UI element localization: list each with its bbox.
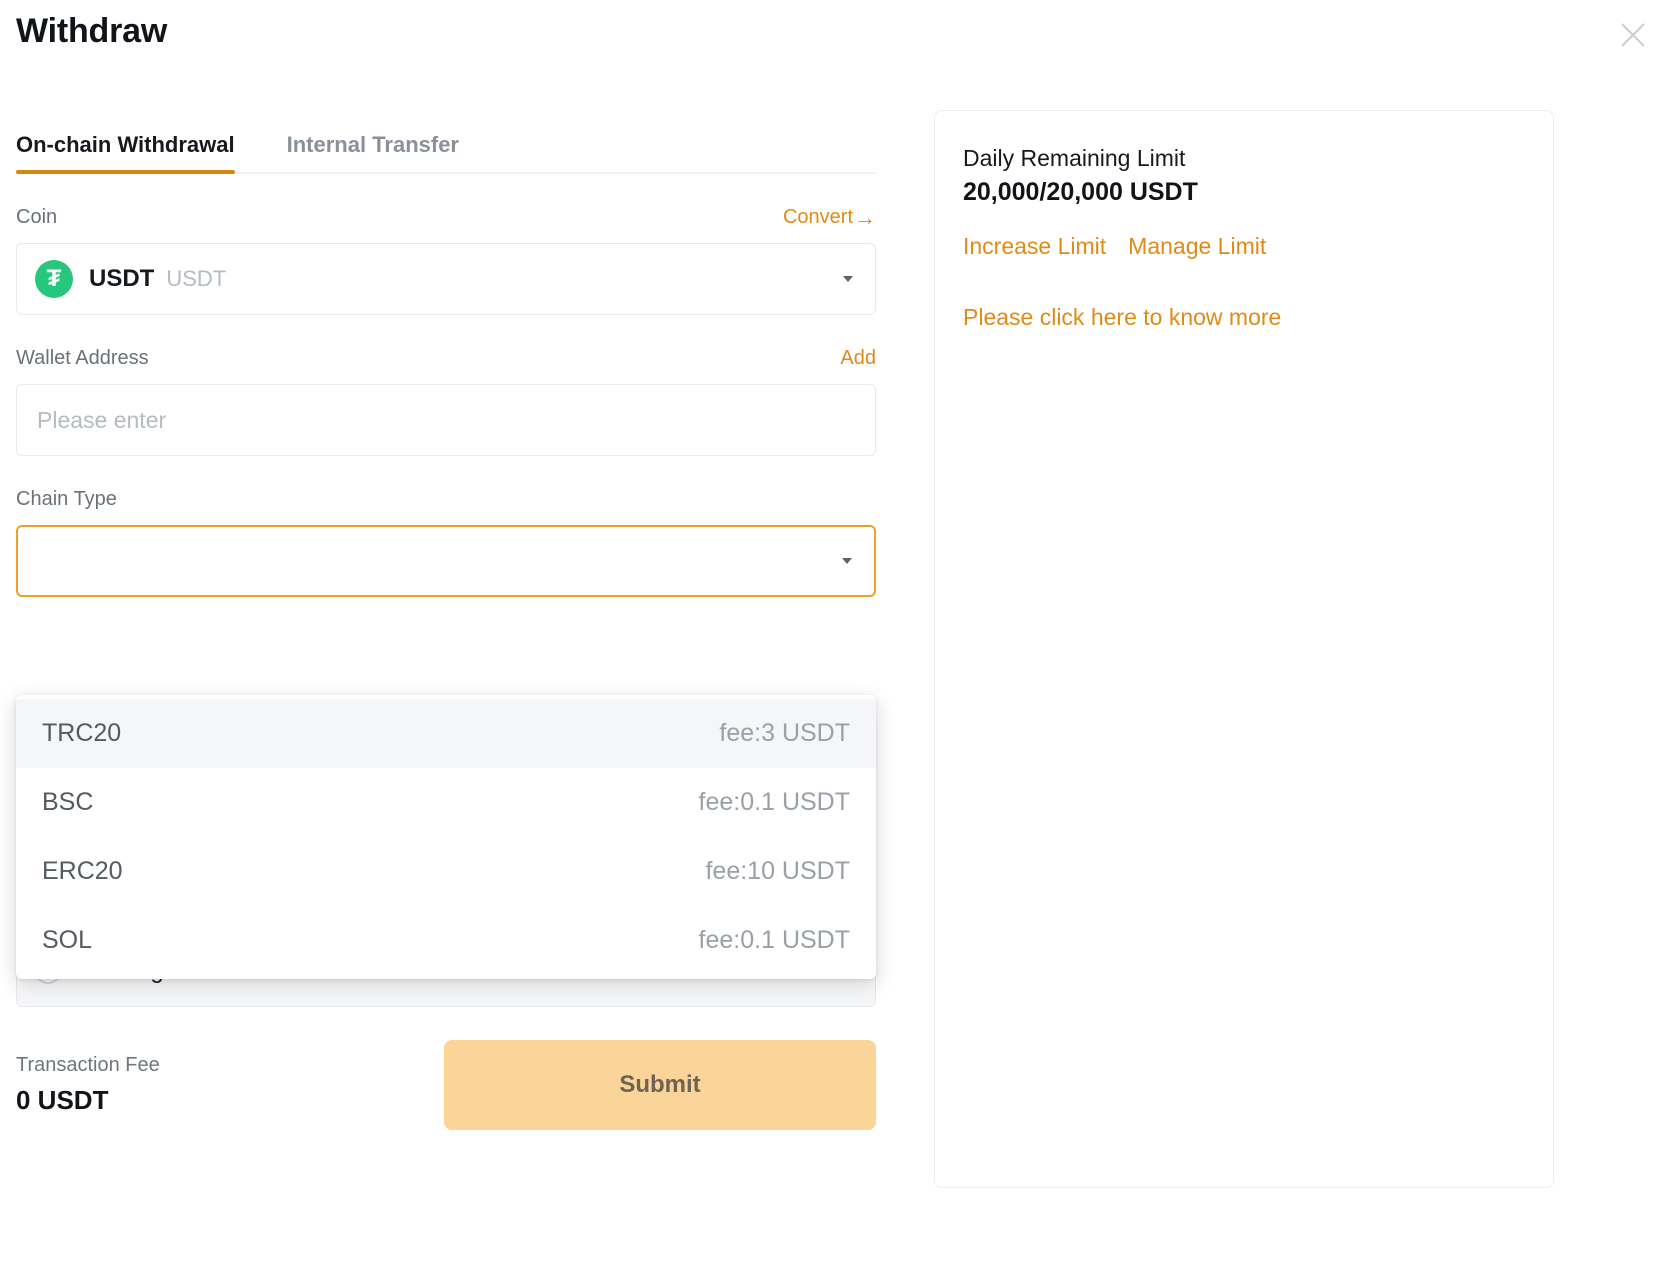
page-title: Withdraw: [16, 12, 167, 51]
chain-option-fee: fee:10 USDT: [705, 857, 850, 886]
chain-option-fee: fee:3 USDT: [719, 719, 850, 748]
chain-type-field-header: Chain Type: [16, 488, 876, 511]
coin-sub-symbol: USDT: [166, 266, 226, 292]
manage-limit-link[interactable]: Manage Limit: [1128, 233, 1266, 260]
chain-option-trc20[interactable]: TRC20 fee:3 USDT: [16, 699, 876, 768]
limit-links: Increase Limit Manage Limit: [963, 233, 1525, 260]
chain-option-name: SOL: [42, 926, 92, 955]
transaction-fee-value: 0 USDT: [16, 1085, 160, 1116]
chain-option-bsc[interactable]: BSC fee:0.1 USDT: [16, 768, 876, 837]
close-icon[interactable]: [1612, 14, 1654, 56]
wallet-address-field-header: Wallet Address Add: [16, 347, 876, 370]
know-more-link[interactable]: Please click here to know more: [963, 304, 1525, 331]
chain-type-select[interactable]: [16, 525, 876, 597]
usdt-coin-icon: ₮: [35, 260, 73, 298]
chain-option-fee: fee:0.1 USDT: [699, 788, 850, 817]
daily-limit-title: Daily Remaining Limit: [963, 145, 1525, 172]
tab-internal-transfer-label: Internal Transfer: [287, 132, 459, 157]
coin-field-header: Coin Convert →: [16, 206, 876, 229]
chain-type-label: Chain Type: [16, 488, 117, 511]
tab-on-chain-withdrawal[interactable]: On-chain Withdrawal: [16, 132, 235, 172]
wallet-address-input[interactable]: [16, 384, 876, 456]
add-address-link[interactable]: Add: [840, 347, 876, 370]
tab-internal-transfer[interactable]: Internal Transfer: [287, 132, 459, 172]
coin-label: Coin: [16, 206, 57, 229]
daily-limit-panel: Daily Remaining Limit 20,000/20,000 USDT…: [934, 110, 1554, 1188]
chain-option-name: ERC20: [42, 857, 123, 886]
convert-link[interactable]: Convert →: [783, 206, 876, 229]
increase-limit-link[interactable]: Increase Limit: [963, 233, 1106, 260]
chain-option-name: BSC: [42, 788, 93, 817]
chain-option-erc20[interactable]: ERC20 fee:10 USDT: [16, 837, 876, 906]
wallet-address-label: Wallet Address: [16, 347, 149, 370]
transaction-fee-label: Transaction Fee: [16, 1054, 160, 1077]
submit-button[interactable]: Submit: [444, 1040, 876, 1130]
chevron-down-icon: [842, 558, 852, 564]
withdraw-footer: Transaction Fee 0 USDT Submit: [16, 1040, 876, 1130]
chevron-down-icon: [843, 276, 853, 282]
withdraw-form: On-chain Withdrawal Internal Transfer Co…: [16, 110, 876, 597]
coin-symbol: USDT: [89, 265, 154, 293]
coin-select[interactable]: ₮ USDT USDT: [16, 243, 876, 315]
chain-option-fee: fee:0.1 USDT: [699, 926, 850, 955]
chain-option-sol[interactable]: SOL fee:0.1 USDT: [16, 906, 876, 975]
daily-limit-value: 20,000/20,000 USDT: [963, 178, 1525, 207]
chain-option-name: TRC20: [42, 719, 121, 748]
chain-type-dropdown[interactable]: TRC20 fee:3 USDT BSC fee:0.1 USDT ERC20 …: [16, 695, 876, 979]
transaction-fee-block: Transaction Fee 0 USDT: [16, 1054, 160, 1116]
convert-link-label: Convert: [783, 206, 853, 229]
tab-on-chain-withdrawal-label: On-chain Withdrawal: [16, 132, 235, 157]
arrow-right-icon: →: [854, 207, 876, 229]
withdraw-tabs: On-chain Withdrawal Internal Transfer: [16, 110, 876, 174]
withdraw-modal: Withdraw On-chain Withdrawal Internal Tr…: [0, 0, 1672, 1282]
